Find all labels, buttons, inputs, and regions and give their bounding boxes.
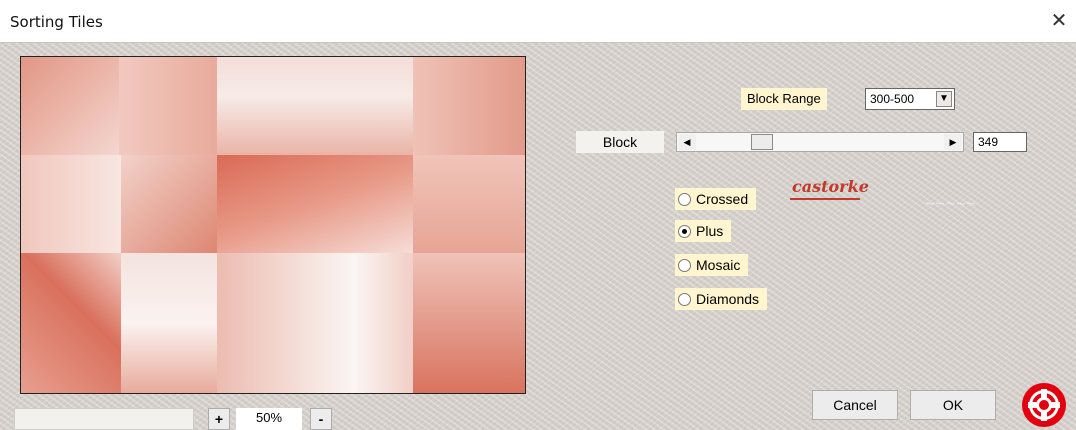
status-field xyxy=(14,408,194,430)
option-diamonds[interactable]: Diamonds xyxy=(675,288,768,310)
block-range-label: Block Range xyxy=(741,88,827,110)
option-label: Diamonds xyxy=(696,291,760,307)
block-range-value: 300-500 xyxy=(870,92,915,106)
tile xyxy=(21,57,119,155)
slider-right-arrow-icon[interactable]: ▶ xyxy=(944,134,962,150)
option-crossed[interactable]: Crossed xyxy=(675,188,757,210)
close-icon[interactable]: ✕ xyxy=(1048,10,1070,32)
block-label: Block xyxy=(576,131,664,153)
preview-image xyxy=(20,56,526,394)
tile xyxy=(121,253,217,393)
tile xyxy=(217,57,413,155)
option-label: Mosaic xyxy=(696,257,741,273)
cancel-button[interactable]: Cancel xyxy=(812,390,898,420)
radio-icon[interactable] xyxy=(678,292,691,306)
zoom-out-button[interactable]: - xyxy=(310,408,332,430)
radio-icon[interactable] xyxy=(678,258,691,272)
chevron-down-icon[interactable]: ▼ xyxy=(936,91,952,107)
slider-thumb[interactable] xyxy=(751,134,773,150)
option-mosaic[interactable]: Mosaic xyxy=(675,254,749,276)
option-label: Crossed xyxy=(696,191,749,207)
option-plus[interactable]: Plus xyxy=(675,220,732,242)
slider-left-arrow-icon[interactable]: ◀ xyxy=(678,134,696,150)
watermark-logo: ~~~~~ xyxy=(925,196,977,213)
tile xyxy=(217,253,413,393)
radio-icon[interactable] xyxy=(678,224,691,238)
zoom-value: 50% xyxy=(236,408,302,430)
block-slider[interactable]: ◀ ▶ xyxy=(676,132,964,152)
castorke-logo: castorke xyxy=(792,177,869,196)
ok-button[interactable]: OK xyxy=(910,390,996,420)
title-bar: Sorting Tiles ✕ xyxy=(0,0,1076,43)
zoom-in-button[interactable]: + xyxy=(208,408,230,430)
radio-icon[interactable] xyxy=(678,192,691,206)
block-range-select[interactable]: 300-500 ▼ xyxy=(865,88,955,110)
tile xyxy=(121,155,217,253)
tile xyxy=(413,155,525,253)
tile xyxy=(21,155,121,253)
tile xyxy=(217,155,413,253)
lifebuoy-icon[interactable] xyxy=(1016,379,1072,427)
tile xyxy=(21,253,121,393)
tile xyxy=(413,253,525,393)
window-title: Sorting Tiles xyxy=(10,13,103,31)
tile xyxy=(119,57,217,155)
logo-underline xyxy=(790,198,860,200)
block-value-field[interactable]: 349 xyxy=(973,132,1027,152)
option-label: Plus xyxy=(696,223,724,239)
tile xyxy=(413,57,525,155)
